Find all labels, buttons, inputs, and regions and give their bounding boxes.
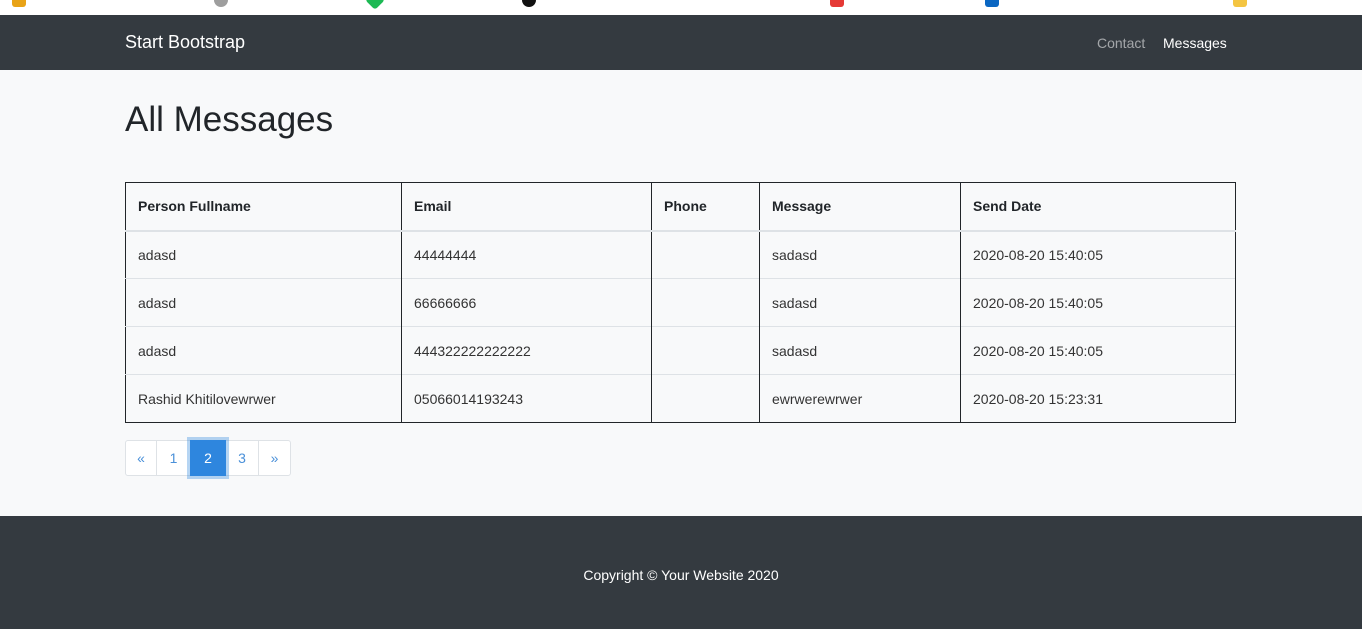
bookmark-icon[interactable]: [522, 0, 536, 7]
copyright-text: Copyright © Your Website 2020: [583, 567, 779, 583]
nav-link-contact[interactable]: Contact: [1097, 35, 1145, 51]
cell-send-date: 2020-08-20 15:40:05: [960, 230, 1236, 279]
cell-message: ewrwerewrwer: [759, 374, 961, 423]
column-header-email: Email: [401, 182, 652, 232]
nav-link-messages[interactable]: Messages: [1163, 35, 1227, 51]
table-row: adasd 66666666 sadasd 2020-08-20 15:40:0…: [125, 278, 1236, 327]
page-title: All Messages: [125, 100, 334, 139]
cell-email: 444322222222222: [401, 326, 652, 375]
bookmarks-bar: [0, 0, 1362, 15]
table-row: Rashid Khitilovewrwer 05066014193243 ewr…: [125, 374, 1236, 423]
bookmark-icon[interactable]: [985, 0, 999, 7]
footer: Copyright © Your Website 2020: [0, 516, 1362, 629]
column-header-fullname: Person Fullname: [125, 182, 402, 232]
cell-phone: [651, 326, 760, 375]
cell-email: 66666666: [401, 278, 652, 327]
table-row: adasd 44444444 sadasd 2020-08-20 15:40:0…: [125, 230, 1236, 279]
table-header-row: Person Fullname Email Phone Message Send…: [125, 182, 1236, 232]
cell-send-date: 2020-08-20 15:40:05: [960, 326, 1236, 375]
cell-fullname: Rashid Khitilovewrwer: [125, 374, 402, 423]
table-row: adasd 444322222222222 sadasd 2020-08-20 …: [125, 326, 1236, 375]
pagination-page-2[interactable]: 2: [190, 440, 226, 476]
cell-email: 44444444: [401, 230, 652, 279]
messages-table: Person Fullname Email Phone Message Send…: [125, 182, 1236, 423]
cell-fullname: adasd: [125, 230, 402, 279]
bookmark-icon[interactable]: [1233, 0, 1247, 7]
pagination-prev[interactable]: «: [125, 440, 157, 476]
cell-phone: [651, 230, 760, 279]
cell-fullname: adasd: [125, 278, 402, 327]
cell-phone: [651, 278, 760, 327]
pagination-next[interactable]: »: [258, 440, 291, 476]
bookmark-icon[interactable]: [830, 0, 844, 7]
cell-message: sadasd: [759, 278, 961, 327]
column-header-phone: Phone: [651, 182, 760, 232]
bookmark-icon[interactable]: [365, 0, 385, 10]
cell-phone: [651, 374, 760, 423]
cell-send-date: 2020-08-20 15:40:05: [960, 278, 1236, 327]
cell-email: 05066014193243: [401, 374, 652, 423]
top-navbar: Start Bootstrap Contact Messages: [0, 15, 1362, 70]
cell-send-date: 2020-08-20 15:23:31: [960, 374, 1236, 423]
cell-message: sadasd: [759, 230, 961, 279]
pagination-page-3[interactable]: 3: [225, 440, 259, 476]
column-header-message: Message: [759, 182, 961, 232]
pagination-page-1[interactable]: 1: [156, 440, 191, 476]
bookmark-icon[interactable]: [12, 0, 26, 7]
cell-message: sadasd: [759, 326, 961, 375]
bookmark-icon[interactable]: [214, 0, 228, 7]
pagination: « 1 2 3 »: [125, 440, 291, 476]
column-header-send-date: Send Date: [960, 182, 1236, 232]
navbar-brand[interactable]: Start Bootstrap: [125, 32, 245, 53]
cell-fullname: adasd: [125, 326, 402, 375]
